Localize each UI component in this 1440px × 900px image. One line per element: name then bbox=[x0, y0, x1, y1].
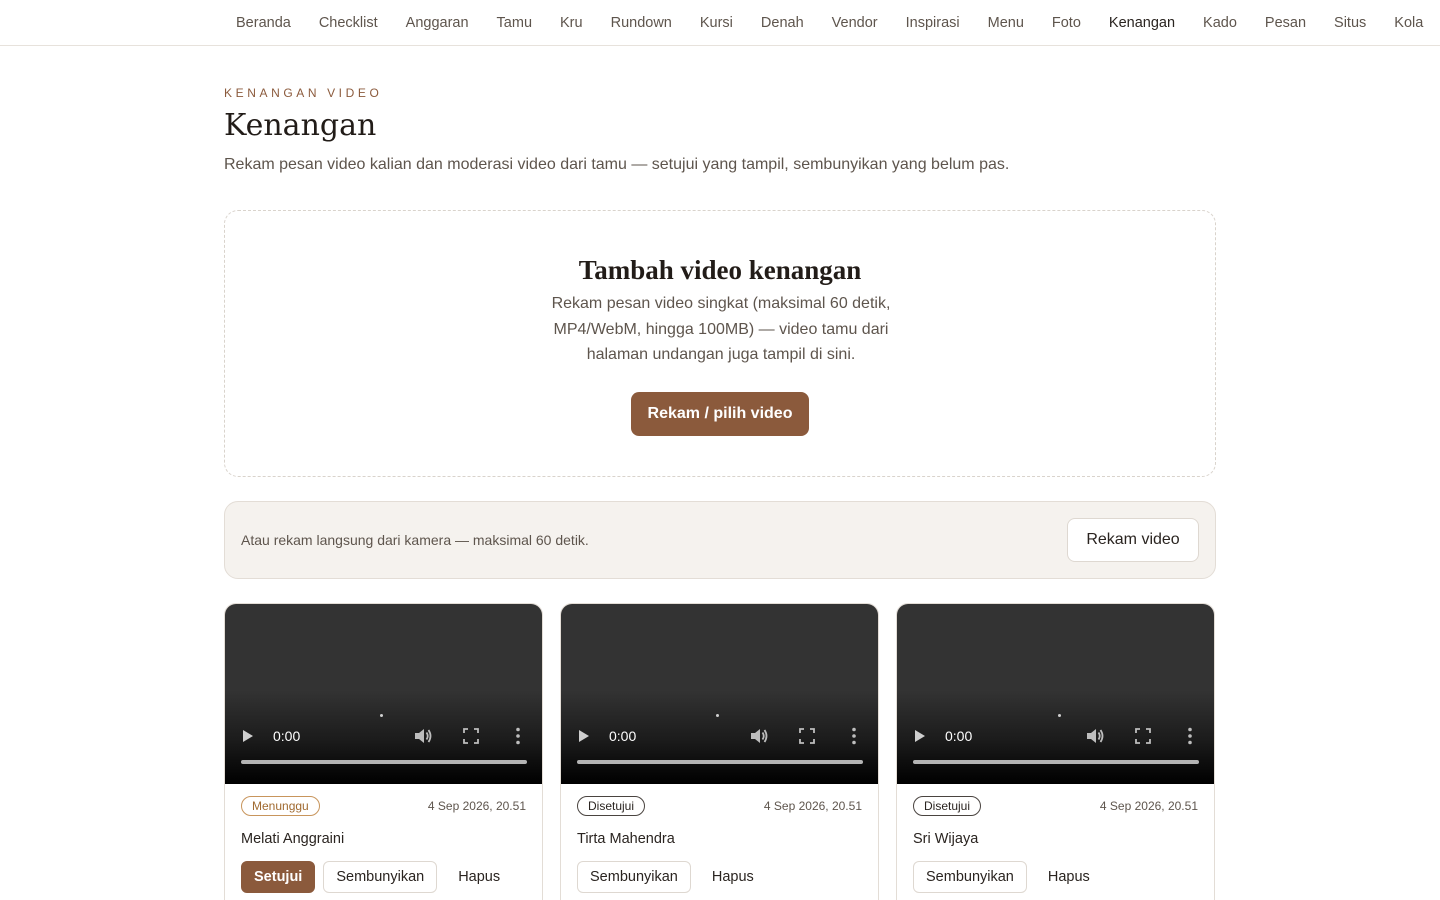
nav-tab-vendor[interactable]: Vendor bbox=[818, 0, 892, 45]
nav-tab-inspirasi[interactable]: Inspirasi bbox=[892, 0, 974, 45]
camera-record-text: Atau rekam langsung dari kamera — maksim… bbox=[241, 532, 589, 548]
more-vertical-icon[interactable] bbox=[516, 727, 520, 745]
page-title: Kenangan bbox=[224, 108, 377, 143]
fullscreen-icon[interactable] bbox=[799, 728, 815, 744]
fullscreen-icon[interactable] bbox=[463, 728, 479, 744]
nav-tab-kenangan[interactable]: Kenangan bbox=[1095, 0, 1189, 45]
nav-tab-kru[interactable]: Kru bbox=[546, 0, 597, 45]
video-author-name: Sri Wijaya bbox=[913, 831, 979, 847]
video-player[interactable]: 0:00 bbox=[561, 604, 878, 784]
more-vertical-icon[interactable] bbox=[852, 727, 856, 745]
video-loading-dot bbox=[716, 714, 719, 717]
top-navigation: Beranda Checklist Anggaran Tamu Kru Rund… bbox=[0, 0, 1440, 46]
hide-button[interactable]: Sembunyikan bbox=[913, 861, 1027, 893]
video-date: 4 Sep 2026, 20.51 bbox=[763, 799, 862, 813]
approve-button[interactable]: Setujui bbox=[241, 861, 316, 893]
video-author-name: Melati Anggraini bbox=[241, 831, 345, 847]
volume-icon[interactable] bbox=[413, 727, 433, 745]
delete-button[interactable]: Hapus bbox=[699, 861, 767, 893]
nav-tab-kado[interactable]: Kado bbox=[1189, 0, 1251, 45]
video-time: 0:00 bbox=[945, 728, 973, 744]
card-actions: Setujui Sembunyikan Hapus bbox=[241, 861, 513, 893]
delete-button[interactable]: Hapus bbox=[445, 861, 513, 893]
page-eyebrow: KENANGAN VIDEO bbox=[224, 86, 383, 100]
nav-tab-beranda[interactable]: Beranda bbox=[222, 0, 305, 45]
video-progress-bar[interactable] bbox=[577, 760, 863, 764]
more-vertical-icon[interactable] bbox=[1188, 727, 1192, 745]
fullscreen-icon[interactable] bbox=[1135, 728, 1151, 744]
video-card: 0:00 Disetujui 4 Sep 2026, 20.51 Tirta M… bbox=[560, 603, 879, 900]
video-progress-bar[interactable] bbox=[241, 760, 527, 764]
nav-tab-kursi[interactable]: Kursi bbox=[686, 0, 747, 45]
nav-tab-tamu[interactable]: Tamu bbox=[483, 0, 546, 45]
video-card: 0:00 Disetujui 4 Sep 2026, 20.51 Sri Wij… bbox=[896, 603, 1215, 900]
video-progress-bar[interactable] bbox=[913, 760, 1199, 764]
video-date: 4 Sep 2026, 20.51 bbox=[427, 799, 526, 813]
nav-tab-kola[interactable]: Kola bbox=[1380, 0, 1437, 45]
video-time: 0:00 bbox=[609, 728, 637, 744]
video-time: 0:00 bbox=[273, 728, 301, 744]
video-card: 0:00 Menunggu 4 Sep 2026, 20.51 Melati A… bbox=[224, 603, 543, 900]
volume-icon[interactable] bbox=[1085, 727, 1105, 745]
nav-tab-situs[interactable]: Situs bbox=[1320, 0, 1380, 45]
page-subtitle: Rekam pesan video kalian dan moderasi vi… bbox=[224, 156, 1010, 173]
record-pick-video-button[interactable]: Rekam / pilih video bbox=[631, 392, 809, 436]
card-actions: Sembunyikan Hapus bbox=[577, 861, 767, 893]
status-badge: Disetujui bbox=[577, 796, 646, 816]
hide-button[interactable]: Sembunyikan bbox=[577, 861, 691, 893]
nav-tab-anggaran[interactable]: Anggaran bbox=[392, 0, 483, 45]
play-icon[interactable] bbox=[913, 728, 927, 744]
volume-icon[interactable] bbox=[749, 727, 769, 745]
upload-title: Tambah video kenangan bbox=[578, 255, 862, 285]
video-loading-dot bbox=[1058, 714, 1061, 717]
video-loading-dot bbox=[380, 714, 383, 717]
nav-tabs: Beranda Checklist Anggaran Tamu Kru Rund… bbox=[222, 0, 1437, 45]
video-date: 4 Sep 2026, 20.51 bbox=[1099, 799, 1198, 813]
play-icon[interactable] bbox=[241, 728, 255, 744]
nav-tab-checklist[interactable]: Checklist bbox=[305, 0, 392, 45]
card-actions: Sembunyikan Hapus bbox=[913, 861, 1103, 893]
status-badge: Menunggu bbox=[241, 796, 320, 816]
video-player[interactable]: 0:00 bbox=[225, 604, 542, 784]
record-video-button[interactable]: Rekam video bbox=[1067, 518, 1199, 562]
nav-tab-foto[interactable]: Foto bbox=[1038, 0, 1095, 45]
upload-description: Rekam pesan video singkat (maksimal 60 d… bbox=[551, 295, 891, 363]
camera-record-bar: Atau rekam langsung dari kamera — maksim… bbox=[224, 501, 1216, 579]
play-icon[interactable] bbox=[577, 728, 591, 744]
nav-tab-rundown[interactable]: Rundown bbox=[597, 0, 686, 45]
status-badge: Disetujui bbox=[913, 796, 982, 816]
delete-button[interactable]: Hapus bbox=[1035, 861, 1103, 893]
nav-tab-denah[interactable]: Denah bbox=[747, 0, 818, 45]
nav-tab-pesan[interactable]: Pesan bbox=[1251, 0, 1320, 45]
nav-tab-menu[interactable]: Menu bbox=[974, 0, 1038, 45]
video-player[interactable]: 0:00 bbox=[897, 604, 1214, 784]
hide-button[interactable]: Sembunyikan bbox=[323, 861, 438, 893]
upload-card: Tambah video kenangan Rekam pesan video … bbox=[224, 210, 1216, 477]
video-author-name: Tirta Mahendra bbox=[577, 831, 675, 847]
